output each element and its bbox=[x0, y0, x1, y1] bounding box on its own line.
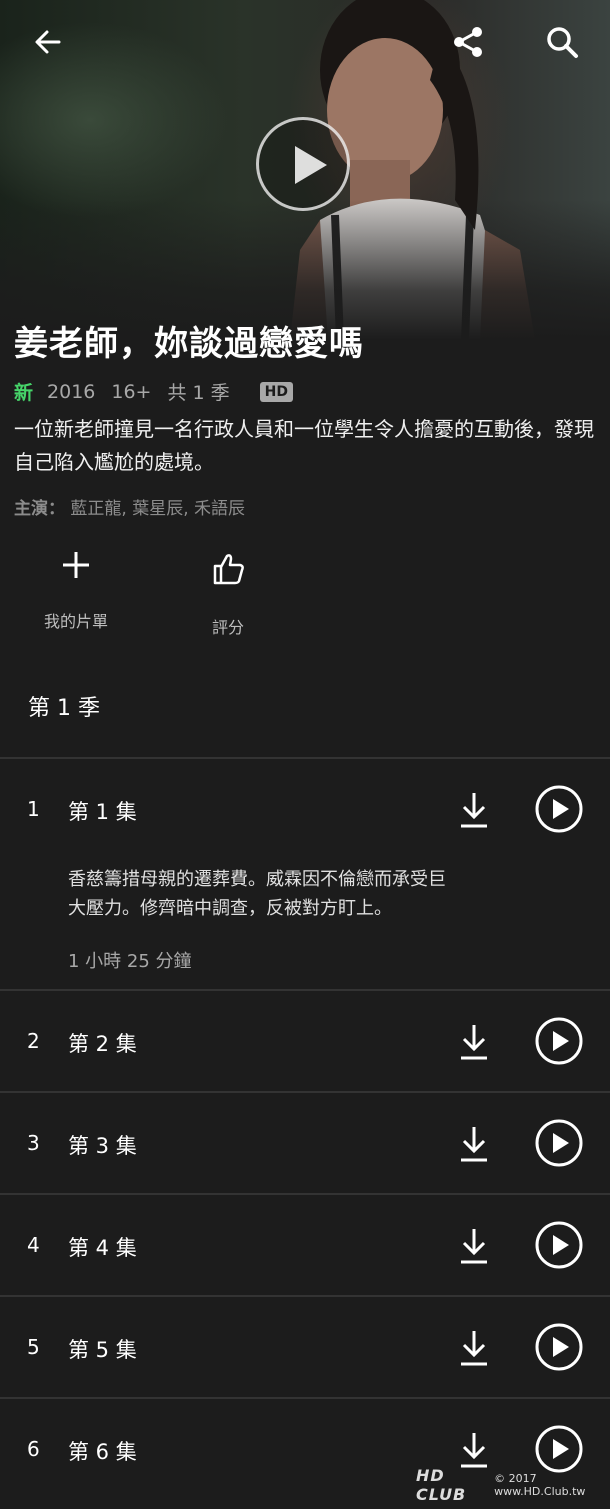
episode-title: 第 4 集 bbox=[68, 1236, 137, 1260]
episode-play-icon[interactable] bbox=[535, 785, 583, 833]
thumbs-up-icon bbox=[213, 554, 244, 585]
cast-line: 主演： 藍正龍, 葉星辰, 禾語辰 bbox=[14, 494, 245, 519]
watermark: HD CLUB © 2017 www.HD.Club.tw bbox=[416, 1466, 610, 1504]
watermark-logo: HD CLUB bbox=[416, 1466, 467, 1504]
episode-play-icon[interactable] bbox=[535, 1017, 583, 1065]
cast-names: 藍正龍, 葉星辰, 禾語辰 bbox=[70, 499, 246, 519]
hero-play-button[interactable] bbox=[256, 117, 350, 211]
share-icon[interactable] bbox=[446, 20, 490, 64]
download-icon[interactable] bbox=[458, 791, 490, 829]
show-title: 姜老師，妳談過戀愛嗎 bbox=[14, 324, 364, 364]
download-icon[interactable] bbox=[458, 1023, 490, 1061]
hd-badge: HD bbox=[259, 381, 293, 402]
episode-row[interactable]: 2 第 2 集 bbox=[0, 989, 610, 1091]
download-icon[interactable] bbox=[458, 1125, 490, 1163]
episode-number: 3 bbox=[27, 1131, 40, 1155]
episode-description: 香慈籌措母親的遷葬費。威霖因不倫戀而承受巨大壓力。修齊暗中調查，反被對方盯上。 bbox=[68, 869, 446, 919]
episode-title: 第 2 集 bbox=[68, 1032, 137, 1056]
year: 2016 bbox=[47, 380, 96, 403]
episode-row[interactable]: 1 第 1 集 香慈籌措母親的遷葬費。威霖因不倫戀而承受巨大壓力。修齊暗中調查，… bbox=[0, 757, 610, 989]
episode-duration: 1 小時 25 分鐘 bbox=[68, 951, 192, 972]
episode-number: 2 bbox=[27, 1029, 40, 1053]
watermark-text: © 2017 www.HD.Club.tw bbox=[494, 1472, 586, 1498]
episode-play-icon[interactable] bbox=[535, 1323, 583, 1371]
episode-row[interactable]: 3 第 3 集 bbox=[0, 1091, 610, 1193]
episode-title: 第 1 集 bbox=[68, 800, 137, 824]
episode-row[interactable]: 5 第 5 集 bbox=[0, 1295, 610, 1397]
episode-list: 1 第 1 集 香慈籌措母親的遷葬費。威霖因不倫戀而承受巨大壓力。修齊暗中調查，… bbox=[0, 757, 610, 1499]
rate-button[interactable]: 評分 bbox=[178, 550, 278, 638]
episode-title: 第 6 集 bbox=[68, 1440, 137, 1464]
show-meta: 新 2016 16+ 共 1 季 HD bbox=[14, 378, 293, 405]
season-selector[interactable]: 第 1 季 bbox=[28, 690, 100, 722]
plus-icon bbox=[63, 552, 89, 578]
rate-label: 評分 bbox=[211, 618, 244, 637]
episode-row[interactable]: 4 第 4 集 bbox=[0, 1193, 610, 1295]
my-list-label: 我的片單 bbox=[43, 612, 108, 631]
cast-label: 主演： bbox=[14, 499, 65, 519]
episode-number: 1 bbox=[27, 797, 40, 821]
episode-title: 第 5 集 bbox=[68, 1338, 137, 1362]
download-icon[interactable] bbox=[458, 1329, 490, 1367]
back-arrow-icon[interactable] bbox=[26, 20, 70, 64]
search-icon[interactable] bbox=[540, 20, 584, 64]
show-description: 一位新老師撞見一名行政人員和一位學生令人擔憂的互動後，發現自己陷入尷尬的處境。 bbox=[14, 417, 594, 474]
new-badge: 新 bbox=[14, 382, 34, 404]
episode-play-icon[interactable] bbox=[535, 1119, 583, 1167]
episode-title: 第 3 集 bbox=[68, 1134, 137, 1158]
download-icon[interactable] bbox=[458, 1227, 490, 1265]
episode-number: 4 bbox=[27, 1233, 40, 1257]
episode-play-icon[interactable] bbox=[535, 1221, 583, 1269]
episode-number: 5 bbox=[27, 1335, 40, 1359]
maturity-rating: 16+ bbox=[111, 380, 152, 403]
play-icon bbox=[295, 146, 327, 184]
episode-number: 6 bbox=[27, 1437, 40, 1461]
my-list-button[interactable]: 我的片單 bbox=[26, 550, 126, 632]
season-count: 共 1 季 bbox=[167, 382, 230, 404]
download-icon[interactable] bbox=[458, 1431, 490, 1469]
